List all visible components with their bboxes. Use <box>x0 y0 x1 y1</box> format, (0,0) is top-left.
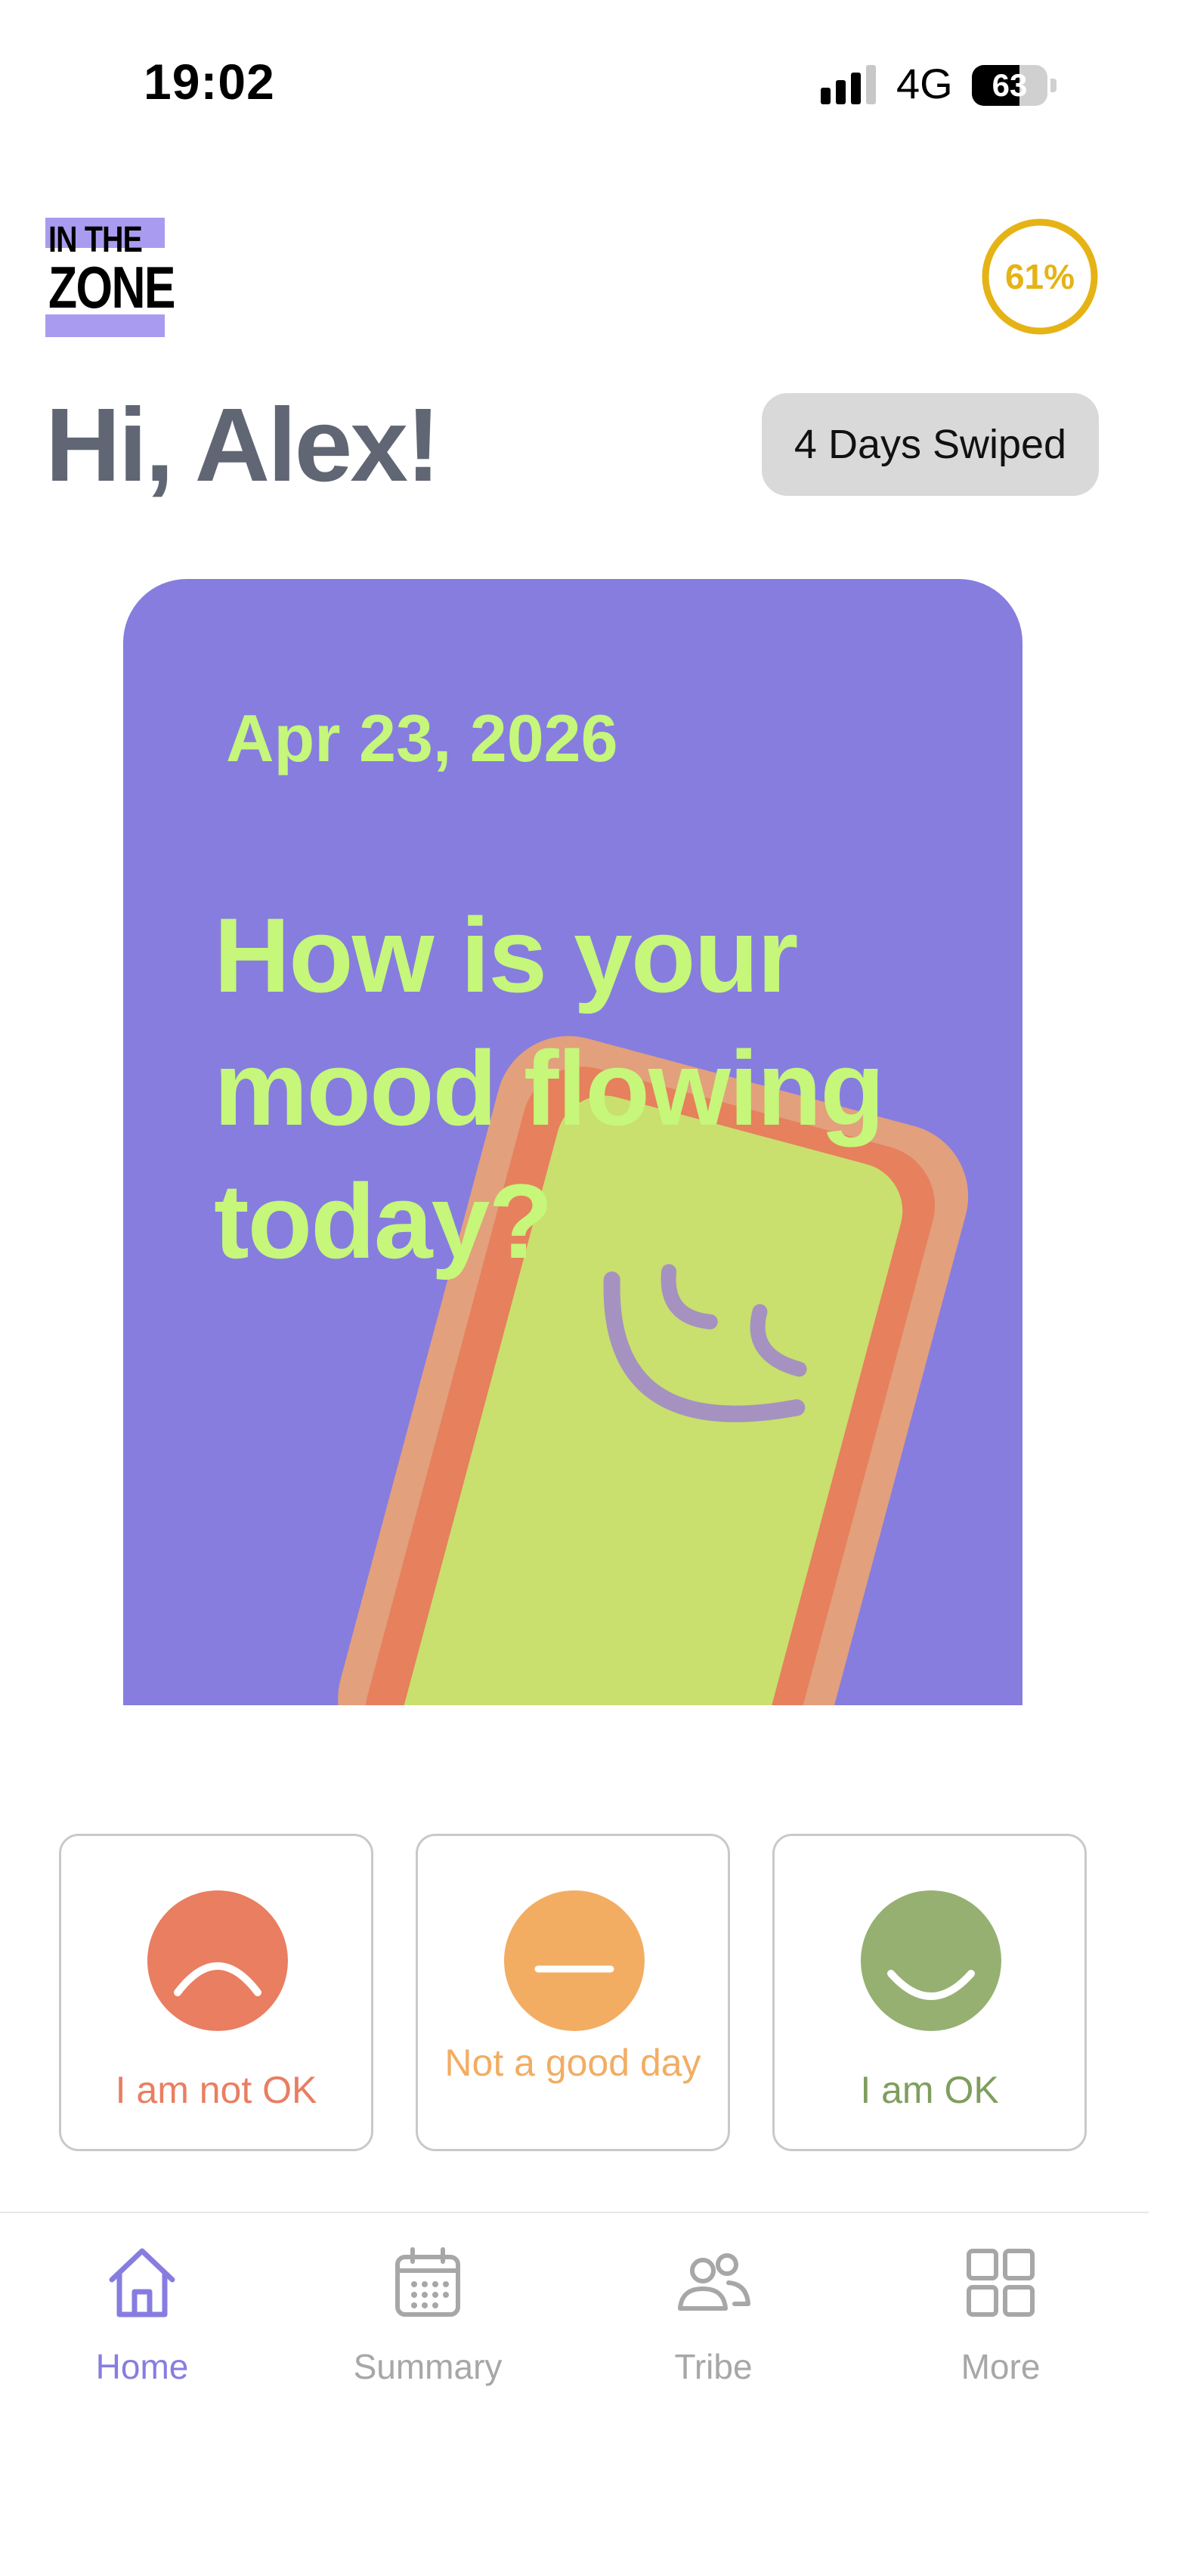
neutral-face-icon <box>504 1890 645 2031</box>
signal-icon <box>821 65 876 104</box>
days-swiped-badge[interactable]: 4 Days Swiped <box>762 393 1099 496</box>
mood-option-label: I am not OK <box>115 2069 317 2111</box>
happy-face-icon <box>861 1890 1001 2031</box>
tab-bar: Home Summary Tribe More <box>0 2212 1149 2576</box>
home-icon <box>109 2248 175 2317</box>
card-question: How is your mood flowing today? <box>214 896 885 1280</box>
mood-option-ok[interactable]: I am OK <box>772 1834 1087 2151</box>
status-bar: 19:02 4G 63 <box>0 0 1188 174</box>
tab-label: Tribe <box>674 2347 753 2386</box>
tab-label: More <box>961 2347 1041 2386</box>
tab-tribe[interactable]: Tribe <box>615 2234 812 2393</box>
battery-level: 63 <box>992 67 1028 103</box>
grid-icon <box>967 2249 1035 2317</box>
battery-icon: 63 <box>972 65 1057 106</box>
mood-option-label: Not a good day <box>444 2042 701 2084</box>
mood-option-not-good-day[interactable]: Not a good day <box>416 1834 730 2151</box>
in-the-zone-logo: IN THE ZONE <box>45 218 176 337</box>
mood-option-label: I am OK <box>860 2069 999 2111</box>
tab-label: Summary <box>353 2347 503 2386</box>
card-date: Apr 23, 2026 <box>226 701 618 776</box>
greeting-title: Hi, Alex! <box>45 387 441 503</box>
mood-card[interactable]: Apr 23, 2026 How is your mood flowing to… <box>123 579 1022 1705</box>
mood-option-not-ok[interactable]: I am not OK <box>59 1834 373 2151</box>
status-time: 19:02 <box>144 54 275 110</box>
tab-home[interactable]: Home <box>44 2234 240 2393</box>
logo-line2: ZONE <box>48 254 176 320</box>
people-icon <box>678 2253 750 2311</box>
tab-more[interactable]: More <box>902 2234 1099 2393</box>
calendar-icon <box>395 2247 460 2317</box>
tab-summary[interactable]: Summary <box>329 2234 526 2393</box>
network-label: 4G <box>896 60 953 107</box>
sad-face-icon <box>147 1890 288 2031</box>
mood-options: I am not OK Not a good day I am OK <box>59 1834 1087 2151</box>
progress-percent: 61% <box>1004 257 1075 296</box>
progress-ring[interactable]: 61% <box>979 216 1100 337</box>
tab-label: Home <box>95 2347 189 2386</box>
